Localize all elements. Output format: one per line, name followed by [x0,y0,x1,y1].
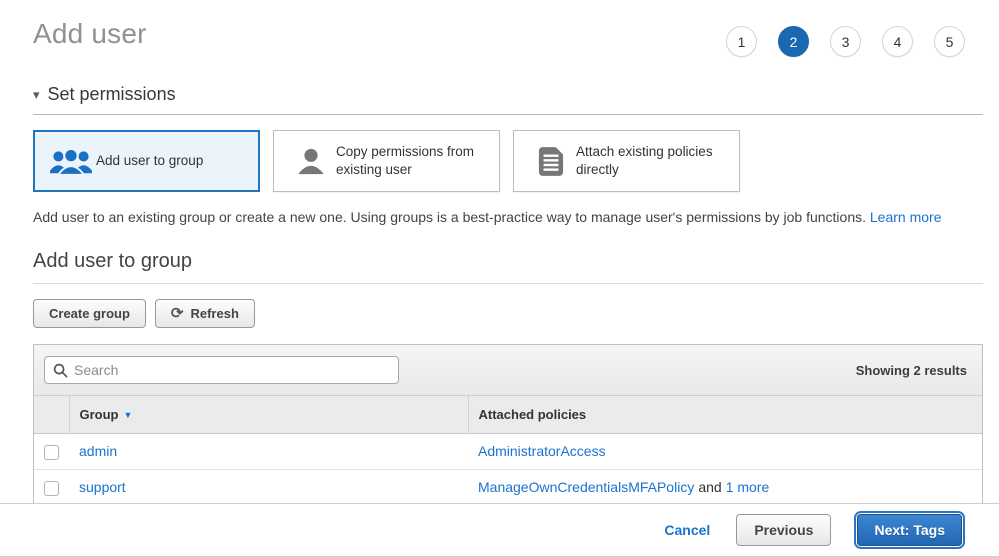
group-section-divider [33,283,983,284]
add-user-page: Add user 1 2 3 4 5 ▾ Set permissions [0,0,999,507]
document-icon [526,146,576,176]
page-title: Add user [33,18,147,50]
refresh-icon: ⟳ [171,306,184,321]
step-4[interactable]: 4 [882,26,913,57]
user-icon [286,146,336,176]
results-count: Showing 2 results [856,363,972,378]
create-group-label: Create group [49,306,130,321]
step-3[interactable]: 3 [830,26,861,57]
set-permissions-title: Set permissions [48,84,176,105]
users-group-icon [46,147,96,176]
groups-table: Group ▼ Attached policies admin Administr… [34,396,982,506]
table-row: admin AdministratorAccess [34,434,982,470]
row-checkbox[interactable] [44,445,59,460]
table-header-row: Group ▼ Attached policies [34,396,982,434]
permission-option-cards: Add user to group Copy permissions from … [33,130,983,192]
table-row: support ManageOwnCredentialsMFAPolicyand… [34,469,982,505]
previous-button[interactable]: Previous [736,514,831,546]
next-tags-button[interactable]: Next: Tags [857,514,962,546]
search-input[interactable] [74,362,390,378]
add-user-to-group-title: Add user to group [33,250,983,273]
row-checkbox[interactable] [44,481,59,496]
groups-table-panel: Showing 2 results Group ▼ Attached polici… [33,344,983,507]
search-icon [53,363,68,378]
option-attach-policies[interactable]: Attach existing policies directly [513,130,740,192]
policy-more-link[interactable]: 1 more [726,479,770,495]
refresh-label: Refresh [190,306,238,321]
refresh-button[interactable]: ⟳ Refresh [155,299,255,328]
group-link[interactable]: admin [79,443,117,459]
learn-more-link[interactable]: Learn more [870,209,942,225]
attached-policies-column-label: Attached policies [479,407,587,422]
caret-down-icon: ▾ [33,88,40,101]
step-5[interactable]: 5 [934,26,965,57]
wizard-steps: 1 2 3 4 5 [726,26,965,57]
table-toolbar: Showing 2 results [34,345,982,396]
policy-link[interactable]: ManageOwnCredentialsMFAPolicy [478,479,694,495]
search-box[interactable] [44,356,399,384]
section-divider [33,114,983,115]
cancel-button[interactable]: Cancel [664,522,710,538]
group-actions: Create group ⟳ Refresh [33,299,983,328]
set-permissions-header[interactable]: ▾ Set permissions [33,84,983,105]
option-label: Attach existing policies directly [576,143,731,178]
wizard-footer: Cancel Previous Next: Tags [0,503,999,557]
policy-link[interactable]: AdministratorAccess [478,443,606,459]
description-text: Add user to an existing group or create … [33,209,866,225]
next-tags-label: Next: Tags [874,522,945,538]
option-label: Add user to group [96,152,205,170]
previous-label: Previous [754,522,813,538]
option-add-user-to-group[interactable]: Add user to group [33,130,260,192]
select-column-header [34,396,69,434]
create-group-button[interactable]: Create group [33,299,146,328]
option-copy-permissions[interactable]: Copy permissions from existing user [273,130,500,192]
group-column-header[interactable]: Group ▼ [69,396,468,434]
page-header: Add user 1 2 3 4 5 [33,18,983,57]
option-label: Copy permissions from existing user [336,143,491,178]
permissions-description: Add user to an existing group or create … [33,209,983,225]
policy-connector: and [698,479,721,495]
step-2-active[interactable]: 2 [778,26,809,57]
group-column-label: Group [80,407,119,422]
step-1[interactable]: 1 [726,26,757,57]
group-link[interactable]: support [79,479,126,495]
sort-desc-icon: ▼ [124,410,133,420]
attached-policies-column-header: Attached policies [468,396,982,434]
